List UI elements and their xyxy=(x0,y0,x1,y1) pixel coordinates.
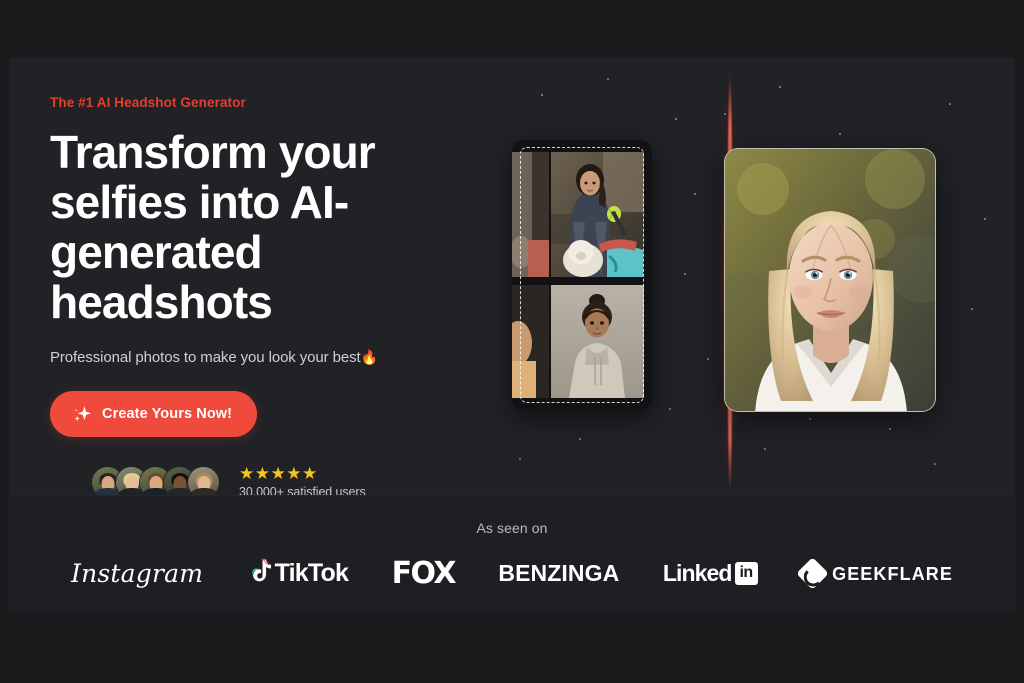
benzinga-logo[interactable]: BENZINGA xyxy=(498,562,619,585)
fire-icon: 🔥 xyxy=(360,348,378,365)
avatar xyxy=(187,465,220,499)
rating-block: ★★★★★ 30,000+ satisfied users xyxy=(239,465,366,499)
press-logo-row: Instagram TikTok FOX BENZINGA Linked in xyxy=(49,557,975,590)
tiktok-logo[interactable]: TikTok xyxy=(247,558,349,589)
linkedin-logo[interactable]: Linked in xyxy=(663,562,758,585)
star-rating: ★★★★★ xyxy=(239,464,318,483)
as-seen-on-section xyxy=(9,495,1015,612)
page-root: The #1 AI Headshot Generator Transform y… xyxy=(0,0,1024,683)
cta-button-label: Create Yours Now! xyxy=(102,406,233,423)
geekflare-mark-icon xyxy=(796,557,829,590)
hero-artwork xyxy=(479,58,1015,495)
tiktok-note-icon xyxy=(247,558,271,589)
selfie-photo xyxy=(551,285,644,398)
selfie-photo xyxy=(551,152,644,277)
as-seen-on-label: As seen on xyxy=(476,520,548,536)
selfie-photo-partial xyxy=(512,152,549,277)
geekflare-logo[interactable]: GEEKFLARE xyxy=(796,557,953,590)
hero-copy-column: The #1 AI Headshot Generator Transform y… xyxy=(50,95,470,499)
sparkle-icon xyxy=(71,403,93,425)
hero-panel: The #1 AI Headshot Generator Transform y… xyxy=(9,58,1015,612)
avatar-stack xyxy=(91,465,220,499)
geekflare-wordmark: GEEKFLARE xyxy=(832,563,953,584)
hero-eyebrow: The #1 AI Headshot Generator xyxy=(50,95,246,110)
tiktok-wordmark: TikTok xyxy=(274,559,349,587)
social-proof: ★★★★★ 30,000+ satisfied users xyxy=(91,465,366,499)
page-title: Transform your selfies into AI-generated… xyxy=(50,126,376,328)
ai-generated-headshot xyxy=(724,148,936,412)
instagram-logo[interactable]: Instagram xyxy=(71,561,203,586)
selfie-photo-partial xyxy=(512,285,549,398)
create-yours-now-button[interactable]: Create Yours Now! xyxy=(50,391,258,438)
linkedin-wordmark: Linked xyxy=(662,560,733,586)
hero-subheadline: Professional photos to make you look you… xyxy=(50,348,470,368)
hero-subheadline-text: Professional photos to make you look you… xyxy=(50,348,361,366)
fox-logo[interactable]: FOX xyxy=(392,558,457,589)
hero-top-section: The #1 AI Headshot Generator Transform y… xyxy=(9,58,1015,499)
linkedin-in-badge: in xyxy=(734,562,758,585)
selfie-film-strip xyxy=(512,140,652,410)
